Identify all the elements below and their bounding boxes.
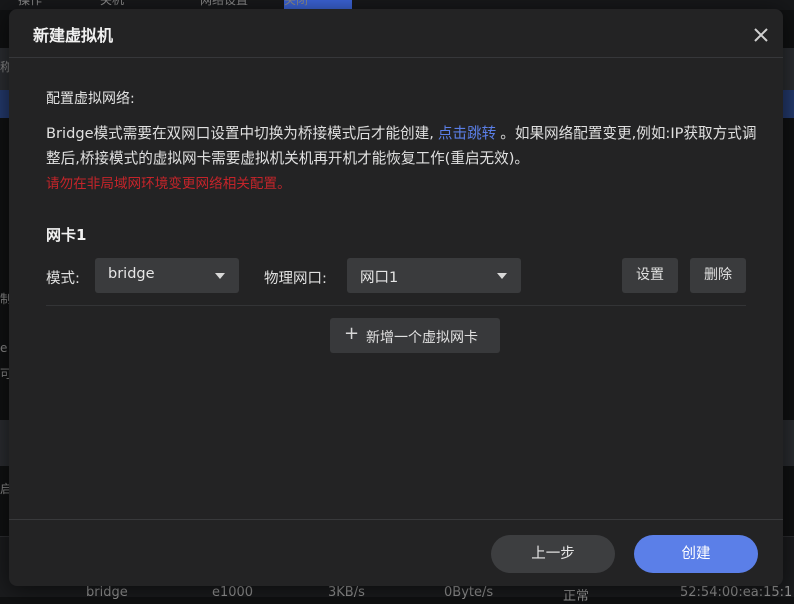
jump-link[interactable]: 点击跳转	[438, 125, 496, 142]
network-description: Bridge模式需要在双网口设置中切换为桥接模式后才能创建, 点击跳转 。如果网络配…	[46, 121, 758, 197]
dialog-title: 新建虚拟机	[33, 26, 114, 45]
background-cell: bridge	[86, 585, 128, 600]
mode-select[interactable]: bridge	[95, 258, 239, 293]
description-text: Bridge模式需要在双网口设置中切换为桥接模式后才能创建,	[46, 125, 434, 142]
caret-down-icon	[497, 273, 507, 279]
plus-icon: +	[344, 323, 360, 344]
nic-title: 网卡1	[46, 226, 87, 244]
warning-text: 请勿在非局域网环境变更网络相关配置。	[46, 176, 291, 192]
background-cell: e1000	[212, 585, 254, 600]
background-cell: 0Byte/s	[444, 585, 494, 600]
new-vm-dialog: 新建虚拟机 配置虚拟网络: Bridge模式需要在双网口设置中切换为桥接模式后才…	[9, 9, 783, 586]
background-cell: 正常	[563, 589, 590, 604]
background-text-fragment: 制	[0, 292, 9, 306]
add-virtual-nic-label: 新增一个虚拟网卡	[366, 330, 478, 346]
dialog-header: 新建虚拟机	[9, 9, 783, 58]
nic-settings-button[interactable]: 设置	[622, 258, 678, 293]
background-text-fragment: 称	[0, 60, 9, 74]
mode-label: 模式:	[46, 271, 80, 287]
divider	[46, 305, 746, 306]
physical-port-label: 物理网口:	[264, 271, 327, 287]
footer-divider	[9, 519, 783, 520]
nic-delete-button[interactable]: 删除	[690, 258, 746, 293]
caret-down-icon	[215, 273, 225, 279]
add-virtual-nic-button[interactable]: + 新增一个虚拟网卡	[330, 318, 500, 353]
background-text-fragment: 可	[0, 367, 9, 381]
background-cell: 52:54:00:ea:15:1	[680, 585, 793, 600]
close-icon[interactable]	[749, 23, 773, 47]
previous-step-button[interactable]: 上一步	[491, 535, 615, 573]
create-button[interactable]: 创建	[634, 535, 758, 573]
background-text-fragment: e	[0, 341, 8, 355]
mode-select-value: bridge	[108, 266, 155, 282]
background-cell: 3KB/s	[328, 585, 365, 600]
background-text-fragment: 启	[0, 482, 9, 496]
physical-port-select-value: 网口1	[360, 270, 399, 286]
section-label: 配置虚拟网络:	[46, 91, 135, 107]
physical-port-select[interactable]: 网口1	[347, 258, 521, 293]
